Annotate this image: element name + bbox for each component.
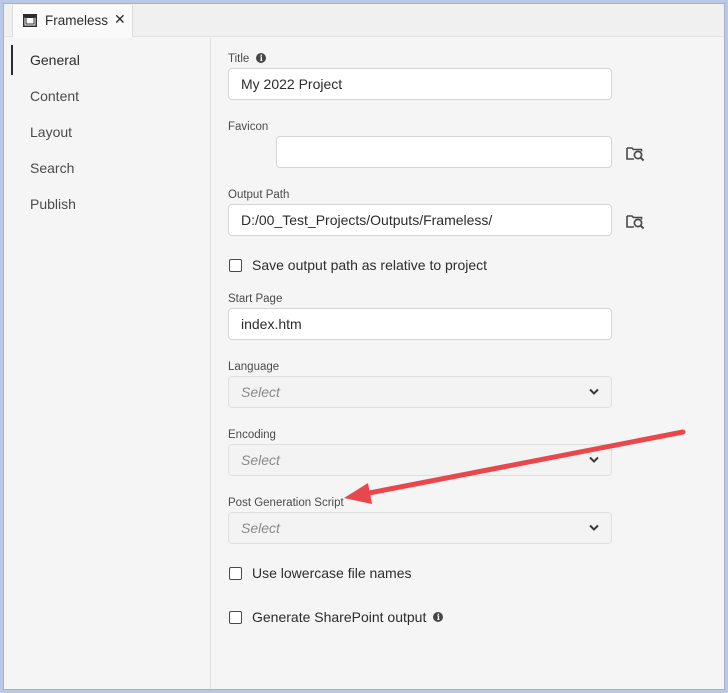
browse-folder-icon[interactable]	[626, 213, 645, 230]
sharepoint-label: Generate SharePoint output	[252, 609, 427, 625]
save-relative-checkbox[interactable]	[229, 258, 242, 272]
general-settings-panel: Title i My 2022 Project Favicon Output Pa…	[211, 38, 724, 689]
tab-label: Frameless	[45, 13, 109, 28]
chevron-down-icon	[589, 456, 599, 463]
nav-item-layout[interactable]: Layout	[4, 114, 210, 150]
nav-item-publish[interactable]: Publish	[4, 186, 210, 222]
start-page-input[interactable]: index.htm	[228, 308, 612, 340]
window-icon	[23, 14, 37, 27]
chevron-down-icon	[589, 524, 599, 531]
output-path-input[interactable]: D:/00_Test_Projects/Outputs/Frameless/	[228, 204, 612, 236]
title-label: Title i	[228, 53, 267, 65]
language-label: Language	[228, 361, 280, 373]
info-icon[interactable]: i	[256, 53, 267, 63]
sharepoint-option: Generate SharePoint output i	[229, 609, 444, 625]
nav-item-search[interactable]: Search	[4, 150, 210, 186]
title-input[interactable]: My 2022 Project	[228, 68, 612, 100]
tab-frameless[interactable]: Frameless ✕	[12, 5, 133, 38]
info-icon[interactable]: i	[433, 612, 444, 622]
save-relative-option: Save output path as relative to project	[229, 257, 487, 273]
start-page-label: Start Page	[228, 293, 283, 305]
encoding-placeholder: Select	[241, 452, 280, 468]
sharepoint-checkbox[interactable]	[229, 610, 242, 624]
settings-window: Frameless ✕ General Content Layout Searc…	[3, 3, 725, 690]
encoding-label: Encoding	[228, 429, 276, 441]
lowercase-label: Use lowercase file names	[252, 565, 412, 581]
lowercase-checkbox[interactable]	[229, 566, 242, 580]
chevron-down-icon	[589, 388, 599, 395]
post-gen-script-select[interactable]: Select	[228, 512, 612, 544]
settings-nav: General Content Layout Search Publish	[4, 38, 211, 689]
lowercase-option: Use lowercase file names	[229, 565, 412, 581]
post-gen-script-label: Post Generation Script	[228, 497, 344, 509]
close-icon[interactable]: ✕	[114, 11, 126, 28]
nav-item-general[interactable]: General	[4, 42, 210, 78]
post-gen-script-placeholder: Select	[241, 520, 280, 536]
language-placeholder: Select	[241, 384, 280, 400]
favicon-input[interactable]	[276, 136, 612, 168]
output-path-label: Output Path	[228, 189, 290, 201]
nav-item-content[interactable]: Content	[4, 78, 210, 114]
language-select[interactable]: Select	[228, 376, 612, 408]
tab-strip: Frameless ✕	[4, 4, 724, 38]
favicon-label: Favicon	[228, 121, 269, 133]
encoding-select[interactable]: Select	[228, 444, 612, 476]
save-relative-label: Save output path as relative to project	[252, 257, 488, 273]
browse-folder-icon[interactable]	[626, 145, 645, 162]
